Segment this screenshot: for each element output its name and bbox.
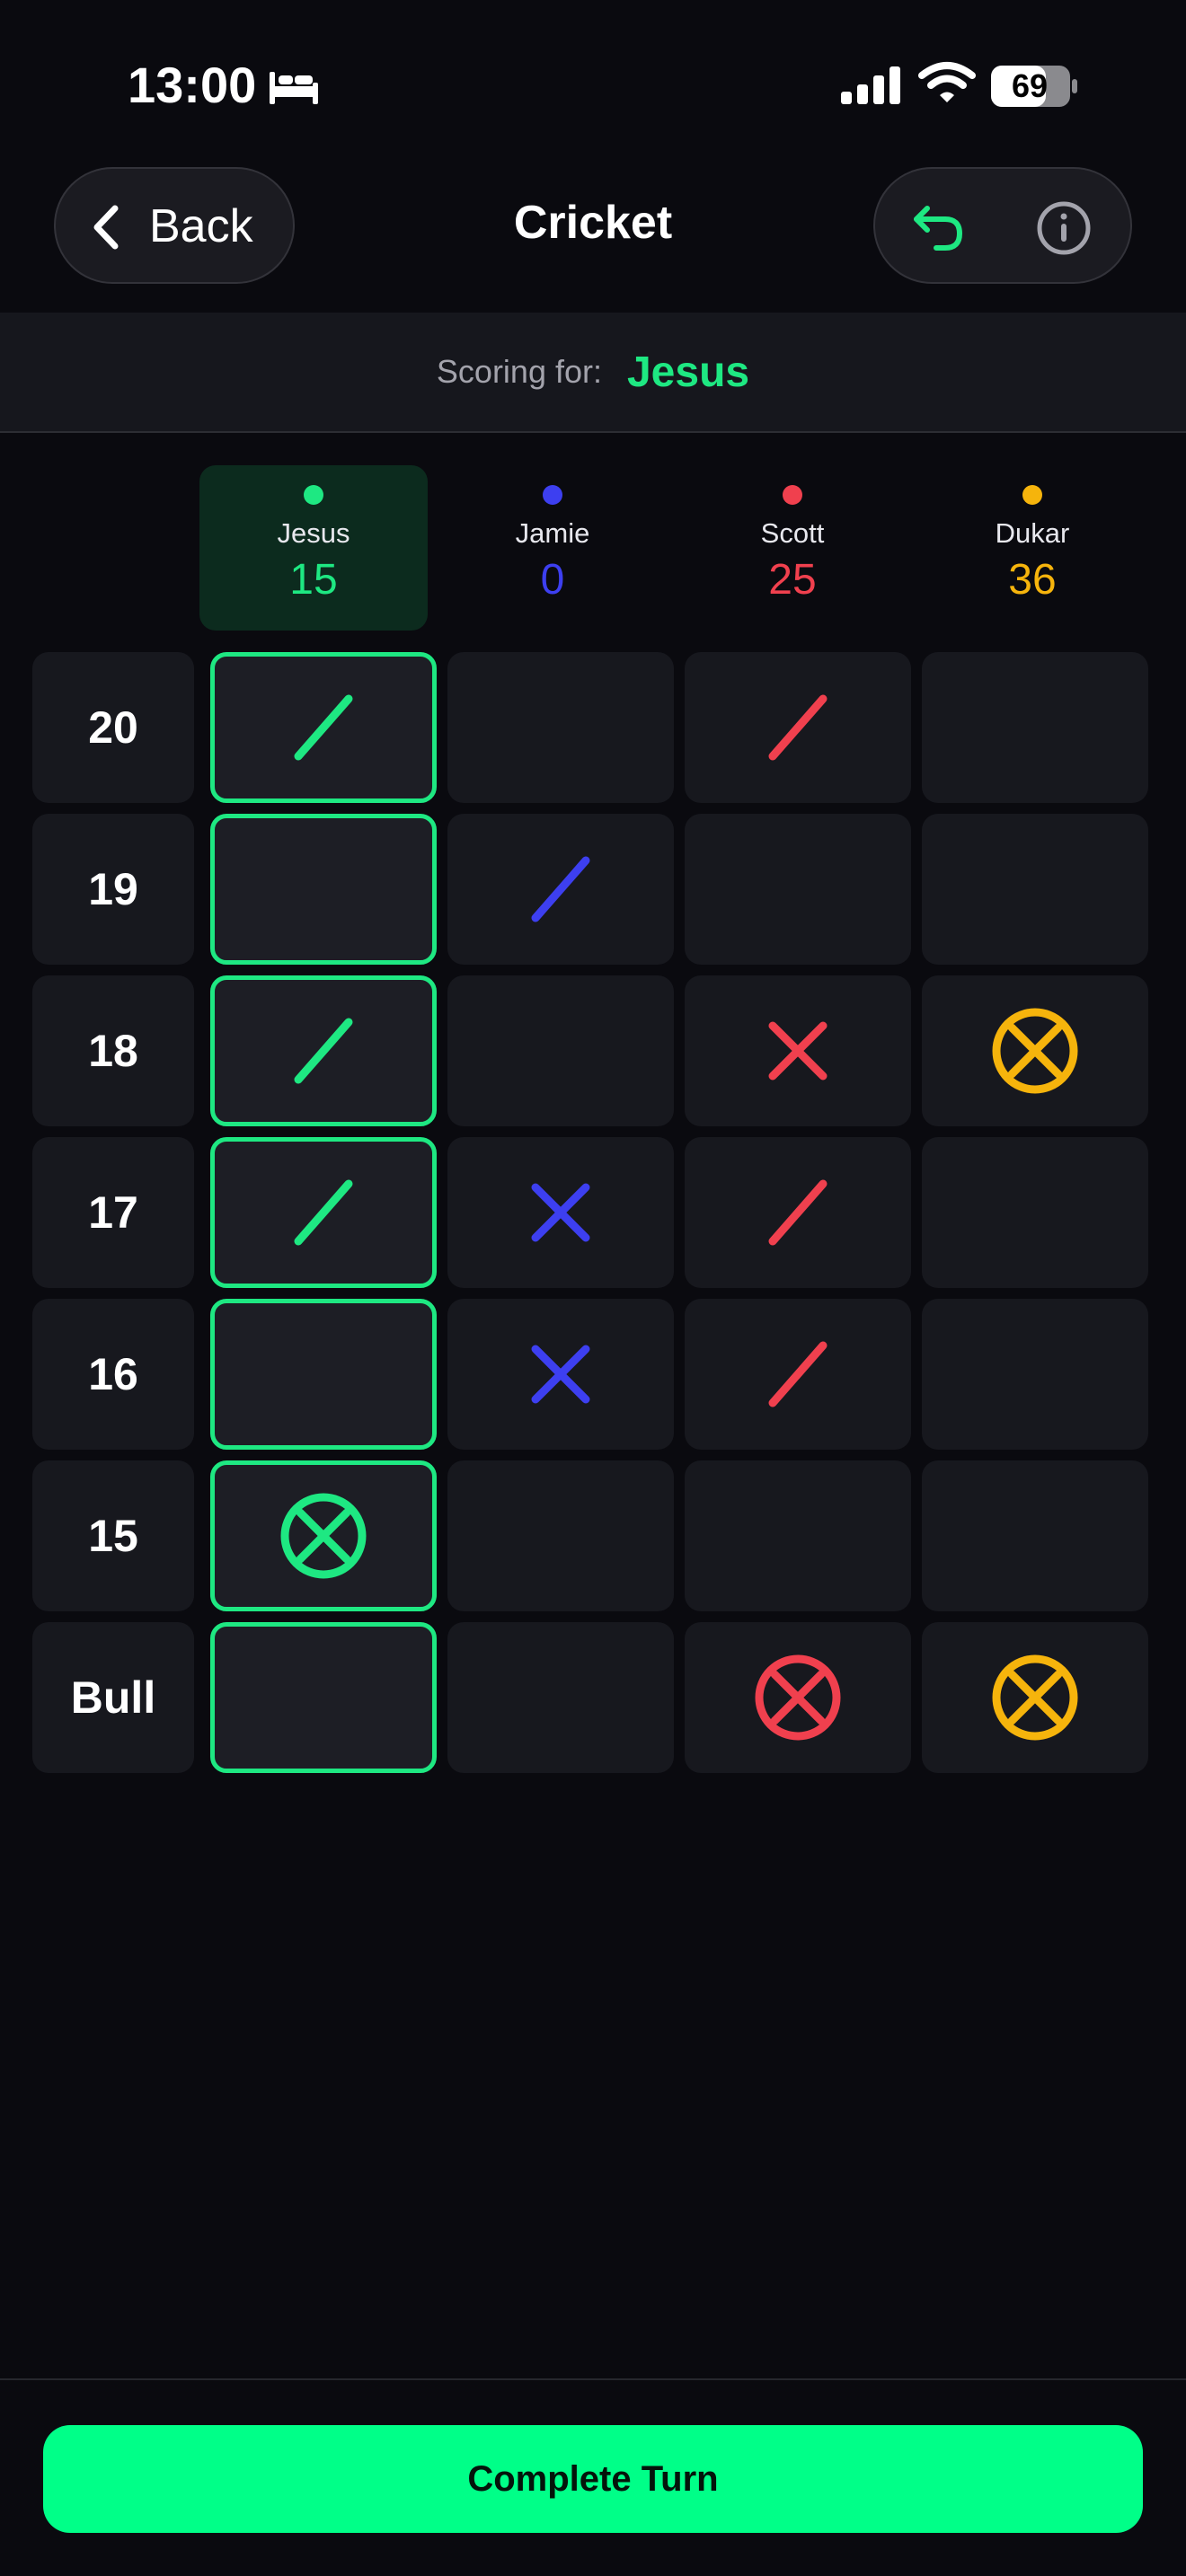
- complete-turn-button[interactable]: Complete Turn: [43, 2425, 1143, 2533]
- scoring-banner: Scoring for: Jesus: [0, 313, 1186, 433]
- battery-level: 69: [1011, 67, 1049, 104]
- mark-cell-jamie-19: [447, 814, 674, 965]
- mark-cell-dukar-20: [922, 652, 1148, 803]
- target-number-16: 16: [32, 1299, 194, 1450]
- player-score: 25: [768, 556, 817, 604]
- double-mark-icon: [531, 1183, 590, 1242]
- mark-cell-jesus-15[interactable]: [210, 1460, 437, 1611]
- mark-cell-jesus-20[interactable]: [210, 652, 437, 803]
- mark-cell-jesus-17[interactable]: [210, 1137, 437, 1288]
- mark-cell-jamie-16: [447, 1299, 674, 1450]
- closed-mark-icon: [280, 1493, 367, 1579]
- mark-cell-scott-19: [685, 814, 911, 965]
- mark-cell-jamie-20: [447, 652, 674, 803]
- double-mark-icon: [531, 1345, 590, 1404]
- mark-cell-dukar-bull: [922, 1622, 1148, 1773]
- mark-cell-jamie-bull: [447, 1622, 674, 1773]
- mark-cell-jesus-19[interactable]: [210, 814, 437, 965]
- closed-mark-icon: [992, 1008, 1078, 1094]
- double-mark-icon: [768, 1021, 828, 1081]
- mark-cell-scott-bull: [685, 1622, 911, 1773]
- mark-cell-dukar-16: [922, 1299, 1148, 1450]
- mark-cell-scott-15: [685, 1460, 911, 1611]
- player-header-dukar[interactable]: Dukar 36: [918, 465, 1146, 631]
- footer-divider: [0, 2378, 1186, 2380]
- mark-cell-jesus-18[interactable]: [210, 975, 437, 1126]
- single-mark-icon: [768, 1341, 828, 1407]
- player-header-jesus[interactable]: Jesus 15: [199, 465, 428, 631]
- mark-cell-dukar-15: [922, 1460, 1148, 1611]
- player-name: Dukar: [995, 517, 1070, 549]
- scoring-player-name: Jesus: [626, 348, 750, 396]
- player-color-dot: [304, 485, 323, 505]
- player-name: Jamie: [515, 517, 590, 549]
- status-bar: 13:00 69: [0, 0, 1186, 153]
- target-number-15: 15: [32, 1460, 194, 1611]
- scoring-label: Scoring for:: [436, 353, 602, 390]
- single-mark-icon: [531, 856, 590, 922]
- target-number-17: 17: [32, 1137, 194, 1288]
- mark-cell-scott-16: [685, 1299, 911, 1450]
- single-mark-icon: [294, 694, 353, 761]
- mark-cell-jesus-bull[interactable]: [210, 1622, 437, 1773]
- mark-cell-jamie-15: [447, 1460, 674, 1611]
- closed-mark-icon: [992, 1654, 1078, 1741]
- mark-cell-scott-18: [685, 975, 911, 1126]
- closed-mark-icon: [755, 1654, 841, 1741]
- target-number-20: 20: [32, 652, 194, 803]
- player-color-dot: [543, 485, 562, 505]
- player-name: Jesus: [277, 517, 350, 549]
- target-number-18: 18: [32, 975, 194, 1126]
- player-header-jamie[interactable]: Jamie 0: [438, 465, 667, 631]
- single-mark-icon: [294, 1179, 353, 1246]
- single-mark-icon: [768, 694, 828, 761]
- status-time: 13:00: [128, 57, 257, 113]
- player-score: 15: [289, 556, 338, 604]
- mark-cell-jamie-17: [447, 1137, 674, 1288]
- target-number-bull: Bull: [32, 1622, 194, 1773]
- player-color-dot: [1022, 485, 1042, 505]
- wifi-icon: [918, 62, 976, 102]
- mark-cell-jesus-16[interactable]: [210, 1299, 437, 1450]
- info-icon[interactable]: [1035, 199, 1093, 257]
- player-score: 0: [540, 556, 565, 604]
- single-mark-icon: [294, 1018, 353, 1084]
- mark-cell-dukar-17: [922, 1137, 1148, 1288]
- undo-icon[interactable]: [909, 199, 967, 253]
- mark-cell-dukar-19: [922, 814, 1148, 965]
- mark-cell-scott-17: [685, 1137, 911, 1288]
- single-mark-icon: [768, 1179, 828, 1246]
- header-actions: [873, 167, 1132, 284]
- cellular-signal-icon: [841, 66, 900, 104]
- player-header-scott[interactable]: Scott 25: [678, 465, 907, 631]
- player-color-dot: [783, 485, 802, 505]
- bed-icon: [270, 72, 318, 104]
- mark-cell-dukar-18: [922, 975, 1148, 1126]
- player-score: 36: [1008, 556, 1057, 604]
- target-number-19: 19: [32, 814, 194, 965]
- mark-cell-jamie-18: [447, 975, 674, 1126]
- player-name: Scott: [760, 517, 825, 549]
- mark-cell-scott-20: [685, 652, 911, 803]
